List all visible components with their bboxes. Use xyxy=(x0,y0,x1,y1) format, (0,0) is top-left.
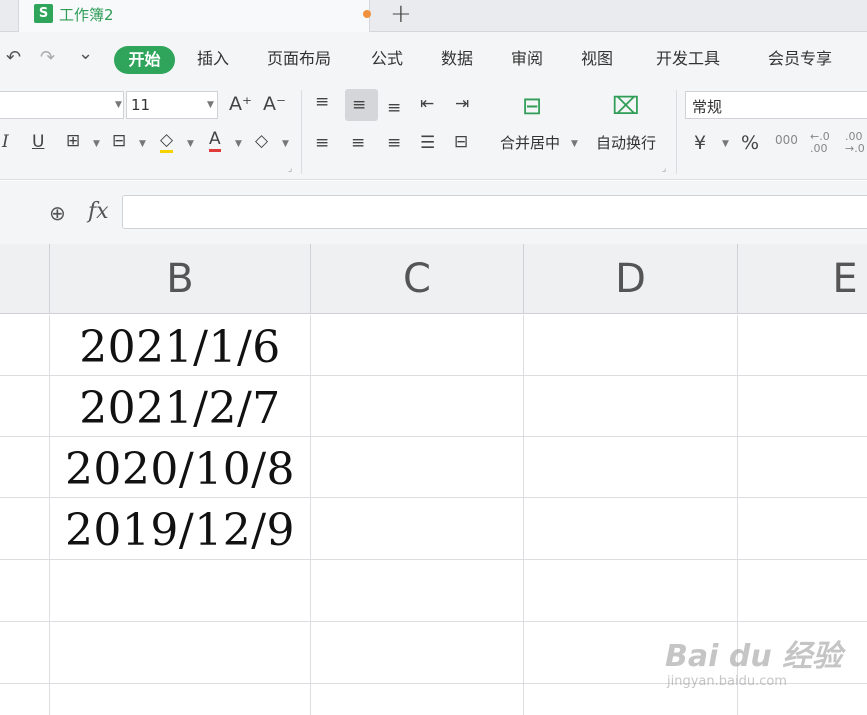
unsaved-indicator-icon xyxy=(363,10,371,18)
cell-style-dropdown-icon[interactable]: ▼ xyxy=(139,139,146,149)
decrease-decimal-icon[interactable]: .00 →.0 xyxy=(845,131,865,155)
cell-b3[interactable]: 2020/10/8 xyxy=(50,439,310,500)
merge-center-icon[interactable]: ⊟ xyxy=(522,94,542,118)
align-center-icon[interactable]: ≡ xyxy=(351,133,365,153)
undo-icon[interactable]: ↶ xyxy=(6,49,21,67)
cell-b1[interactable]: 2021/1/6 xyxy=(50,317,310,378)
distribute-icon[interactable]: ⊟ xyxy=(454,132,468,152)
underline-icon[interactable]: U xyxy=(32,132,44,152)
menu-tab-developer[interactable]: 开发工具 xyxy=(656,49,720,69)
fx-icon[interactable]: fx xyxy=(88,199,109,224)
border-dropdown-icon[interactable]: ▼ xyxy=(93,139,100,149)
column-header-e[interactable]: E xyxy=(800,256,867,302)
zoom-icon[interactable]: ⊕ xyxy=(49,201,66,225)
font-color-dropdown-icon[interactable]: ▼ xyxy=(235,139,242,149)
watermark-main-text: Bai du 经验 xyxy=(665,639,843,674)
spreadsheet-logo-icon: S xyxy=(34,4,53,23)
number-format-value: 常规 xyxy=(692,98,723,116)
align-left-icon[interactable]: ≡ xyxy=(315,133,329,153)
workbook-tab[interactable]: S 工作簿2 xyxy=(18,0,371,32)
grow-font-button[interactable]: A⁺ xyxy=(229,94,252,114)
menu-tab-data[interactable]: 数据 xyxy=(441,49,473,69)
formula-bar: ⊕ fx xyxy=(0,181,867,244)
increase-decimal-icon[interactable]: ←.0 .00 xyxy=(810,131,830,155)
border-icon[interactable]: ⊞ xyxy=(66,131,80,151)
decrease-indent-icon[interactable]: ⇤ xyxy=(420,94,434,114)
wrap-text-button[interactable]: 自动换行 xyxy=(596,134,656,152)
justify-icon[interactable]: ☰ xyxy=(420,133,435,153)
cell-b4[interactable]: 2019/12/9 xyxy=(50,500,310,561)
cell-b2[interactable]: 2021/2/7 xyxy=(50,378,310,439)
font-dialog-launcher-icon[interactable]: ⌟ xyxy=(288,164,292,174)
redo-icon[interactable]: ↷ xyxy=(40,49,55,67)
column-header-d[interactable]: D xyxy=(524,256,737,302)
clear-format-dropdown-icon[interactable]: ▼ xyxy=(282,139,289,149)
menu-tab-page-layout[interactable]: 页面布局 xyxy=(267,49,331,69)
column-header-c[interactable]: C xyxy=(311,256,523,302)
menu-tab-member[interactable]: 会员专享 xyxy=(768,49,832,69)
currency-dropdown-icon[interactable]: ▼ xyxy=(722,139,729,149)
font-size-dropdown-icon: ▼ xyxy=(207,100,214,110)
font-name-select[interactable]: ▼ xyxy=(0,91,124,119)
menu-bar: ↶ ↷ ⌄ 开始 插入 页面布局 公式 数据 审阅 视图 开发工具 会员专享 xyxy=(0,32,867,84)
number-format-select[interactable]: 常规 xyxy=(685,91,867,119)
menu-tab-insert[interactable]: 插入 xyxy=(197,49,229,69)
merge-center-dropdown-icon[interactable]: ▼ xyxy=(571,139,578,149)
watermark-sub-text: jingyan.baidu.com xyxy=(667,674,787,689)
font-size-value: 11 xyxy=(131,96,151,114)
ribbon-toolbar: ▼ 11 ▼ A⁺ A⁻ I U ⊞ ▼ ⊟ ▼ ◇ ▼ A ▼ ◇ ▼ ⌟ ≡… xyxy=(0,84,867,180)
merge-center-button[interactable]: 合并居中 xyxy=(500,134,560,152)
font-size-select[interactable]: 11 ▼ xyxy=(126,91,218,119)
currency-icon[interactable]: ¥ xyxy=(694,133,706,153)
column-separator xyxy=(737,244,738,314)
align-bottom-icon[interactable]: ≡ xyxy=(387,98,401,118)
menu-tab-review[interactable]: 审阅 xyxy=(511,49,543,69)
alignment-dialog-launcher-icon[interactable]: ⌟ xyxy=(662,164,666,174)
tab-bar: S 工作簿2 + xyxy=(0,0,867,32)
align-middle-icon: ≡ xyxy=(352,95,367,115)
shrink-font-button[interactable]: A⁻ xyxy=(263,94,286,114)
thousands-separator-icon[interactable]: 000 xyxy=(775,134,798,146)
clear-format-icon[interactable]: ◇ xyxy=(255,131,268,151)
percent-icon[interactable]: % xyxy=(741,133,759,153)
align-top-icon[interactable]: ≡ xyxy=(315,92,329,112)
ribbon-separator xyxy=(301,90,302,174)
menu-tab-view[interactable]: 视图 xyxy=(581,49,613,69)
formula-input[interactable] xyxy=(122,195,867,229)
cell-style-icon[interactable]: ⊟ xyxy=(112,131,126,151)
menu-tab-home[interactable]: 开始 xyxy=(114,46,175,74)
grid-row-line xyxy=(0,621,867,622)
wrap-text-icon[interactable]: ⌧ xyxy=(612,94,640,118)
italic-icon[interactable]: I xyxy=(2,132,9,152)
font-color-icon[interactable]: A xyxy=(209,130,221,152)
fill-color-icon[interactable]: ◇ xyxy=(160,130,174,153)
baidu-watermark: Bai du 经验 jingyan.baidu.com xyxy=(665,640,842,690)
font-name-dropdown-icon: ▼ xyxy=(115,100,122,110)
align-right-icon[interactable]: ≡ xyxy=(387,133,401,153)
workbook-tab-title: 工作簿2 xyxy=(59,6,114,24)
quick-access-more-icon[interactable]: ⌄ xyxy=(78,45,93,63)
menu-tab-formulas[interactable]: 公式 xyxy=(371,49,403,69)
column-header-row: B C D E xyxy=(0,244,867,314)
new-tab-button[interactable]: + xyxy=(390,0,412,30)
column-header-b[interactable]: B xyxy=(50,256,310,302)
ribbon-separator xyxy=(676,90,677,174)
fill-color-dropdown-icon[interactable]: ▼ xyxy=(187,139,194,149)
increase-indent-icon[interactable]: ⇥ xyxy=(455,94,469,114)
